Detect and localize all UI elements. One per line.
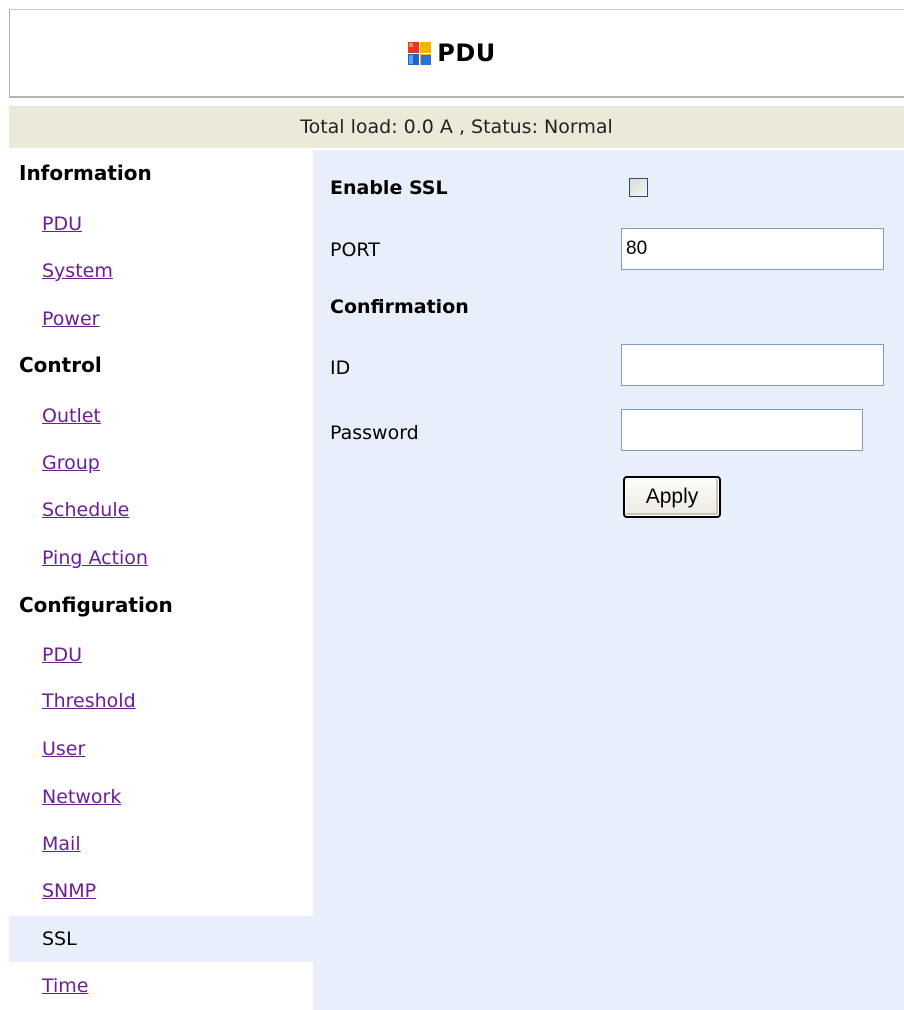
sidebar-item-configuration-pdu[interactable]: PDU — [42, 643, 82, 667]
sidebar-item-snmp[interactable]: SNMP — [42, 879, 96, 903]
apply-button[interactable]: Apply — [623, 476, 721, 518]
sidebar-heading-configuration: Configuration — [19, 593, 173, 617]
password-label: Password — [330, 422, 419, 444]
id-input[interactable] — [621, 344, 884, 386]
enable-ssl-label: Enable SSL — [330, 177, 448, 199]
page-header: PDU — [9, 9, 904, 98]
sidebar-item-schedule[interactable]: Schedule — [42, 498, 129, 522]
sidebar-item-ssl-label: SSL — [42, 928, 77, 950]
sidebar-item-ping-action[interactable]: Ping Action — [42, 546, 148, 570]
page-title: PDU — [437, 39, 496, 67]
status-text: Total load: 0.0 A , Status: Normal — [300, 116, 613, 138]
sidebar-item-group[interactable]: Group — [42, 451, 100, 475]
sidebar-item-user[interactable]: User — [42, 737, 85, 761]
confirmation-heading: Confirmation — [330, 296, 469, 318]
sidebar-item-outlet[interactable]: Outlet — [42, 404, 101, 428]
sidebar-item-network[interactable]: Network — [42, 785, 121, 809]
port-input[interactable] — [621, 228, 884, 270]
sidebar-item-information-pdu[interactable]: PDU — [42, 212, 82, 236]
sidebar-heading-information: Information — [19, 161, 152, 185]
sidebar-item-mail[interactable]: Mail — [42, 832, 81, 856]
ssl-settings-panel: Enable SSL PORT Confirmation ID Password… — [313, 150, 904, 1010]
sidebar-item-threshold[interactable]: Threshold — [42, 689, 136, 713]
sidebar-heading-control: Control — [19, 353, 102, 377]
password-input[interactable] — [621, 409, 863, 451]
sidebar-item-system[interactable]: System — [42, 259, 113, 283]
enable-ssl-checkbox[interactable] — [629, 178, 648, 197]
sidebar-item-power[interactable]: Power — [42, 307, 99, 331]
sidebar-item-ssl[interactable]: SSL — [9, 916, 313, 962]
port-label: PORT — [330, 239, 380, 261]
sidebar-item-time[interactable]: Time — [42, 974, 89, 998]
windows-logo-icon — [408, 41, 432, 65]
header-title-group: PDU — [408, 39, 496, 67]
status-bar: Total load: 0.0 A , Status: Normal — [9, 106, 904, 148]
id-label: ID — [330, 357, 351, 379]
sidebar-nav: Information PDU System Power Control Out… — [9, 150, 313, 1010]
